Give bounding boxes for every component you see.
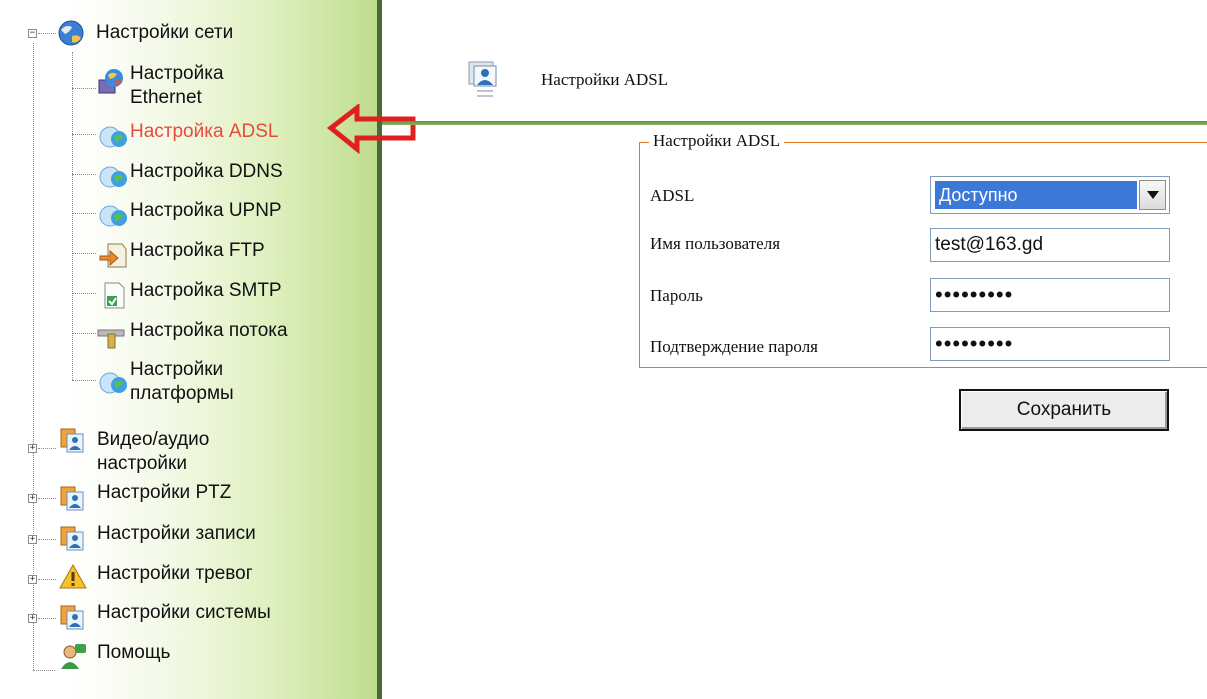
collapse-toggle-network[interactable]: −: [28, 29, 37, 38]
dropdown-arrow-button[interactable]: [1139, 180, 1166, 210]
password-input[interactable]: [930, 278, 1170, 312]
tree-item-platform[interactable]: Настройки платформы: [130, 358, 270, 406]
tree-line: [33, 670, 55, 671]
user-card-icon: [60, 526, 84, 551]
tree-line: [72, 333, 96, 334]
confirm-password-label: Подтверждение пароля: [650, 337, 818, 356]
tree-item-ftp[interactable]: Настройка FTP: [130, 239, 265, 263]
help-user-icon: [61, 644, 86, 669]
tree-line: [38, 539, 56, 540]
tree-item-record[interactable]: Настройки записи: [97, 522, 256, 546]
sidebar-tree: − Настройки сети Настройка Ethernet Наст…: [0, 0, 377, 699]
tree-line: [72, 88, 96, 89]
adsl-label: ADSL: [650, 186, 695, 205]
save-button[interactable]: Сохранить: [959, 389, 1169, 431]
adsl-select-value: Доступно: [935, 181, 1137, 209]
chevron-down-icon: [1147, 191, 1159, 199]
user-card-icon: [60, 486, 84, 511]
settings-page-icon: [468, 61, 497, 97]
user-card-icon: [60, 605, 84, 630]
tree-line: [38, 618, 56, 619]
tree-item-network[interactable]: Настройки сети: [96, 21, 233, 45]
tree-line: [72, 380, 96, 381]
tree-line: [38, 33, 56, 34]
tree-line: [72, 174, 96, 175]
warning-icon: [59, 563, 87, 589]
tree-item-stream[interactable]: Настройка потока: [130, 319, 288, 343]
tree-line: [72, 253, 96, 254]
username-label: Имя пользователя: [650, 234, 781, 253]
password-label: Пароль: [650, 286, 703, 305]
tree-line: [38, 498, 56, 499]
tree-item-adsl[interactable]: Настройка ADSL: [130, 120, 278, 144]
tree-line: [72, 213, 96, 214]
network-globe-icon: [58, 20, 84, 46]
tree-item-ethernet[interactable]: Настройка Ethernet: [130, 62, 290, 110]
tree-item-upnp[interactable]: Настройка UPNP: [130, 199, 282, 223]
page-title: Настройки ADSL: [541, 70, 669, 89]
username-input[interactable]: [930, 228, 1170, 262]
expand-toggle-alarm[interactable]: +: [28, 575, 37, 584]
tree-item-video-audio[interactable]: Видео/аудио настройки: [97, 428, 257, 476]
tree-line: [72, 134, 96, 135]
adsl-select[interactable]: Доступно: [930, 176, 1170, 214]
expand-toggle-record[interactable]: +: [28, 535, 37, 544]
chat-globe-icon: [99, 372, 127, 394]
expand-toggle-system[interactable]: +: [28, 614, 37, 623]
header-divider: [382, 121, 1207, 125]
expand-toggle-ptz[interactable]: +: [28, 494, 37, 503]
tree-line: [38, 579, 56, 580]
ftp-arrow-icon: [99, 243, 127, 268]
tree-item-ddns[interactable]: Настройка DDNS: [130, 160, 283, 184]
annotation-arrow-icon: [327, 104, 416, 154]
tree-line: [72, 293, 96, 294]
tree-item-alarm[interactable]: Настройки тревог: [97, 562, 253, 586]
chat-globe-icon: [99, 126, 127, 148]
user-card-icon: [60, 428, 84, 453]
expand-toggle-video[interactable]: +: [28, 444, 37, 453]
chat-globe-icon: [99, 205, 127, 227]
tree-item-smtp[interactable]: Настройка SMTP: [130, 279, 282, 303]
group-legend: Настройки ADSL: [649, 131, 785, 151]
pipe-icon: [97, 329, 125, 349]
tree-item-help[interactable]: Помощь: [97, 641, 170, 665]
network-globe-icon: [98, 69, 123, 94]
tree-item-ptz[interactable]: Настройки PTZ: [97, 481, 231, 505]
chat-globe-icon: [99, 166, 127, 188]
tree-line: [72, 52, 73, 380]
confirm-password-input[interactable]: [930, 327, 1170, 361]
tree-item-system[interactable]: Настройки системы: [97, 601, 271, 625]
tree-line: [38, 448, 56, 449]
smtp-doc-icon: [104, 282, 125, 309]
